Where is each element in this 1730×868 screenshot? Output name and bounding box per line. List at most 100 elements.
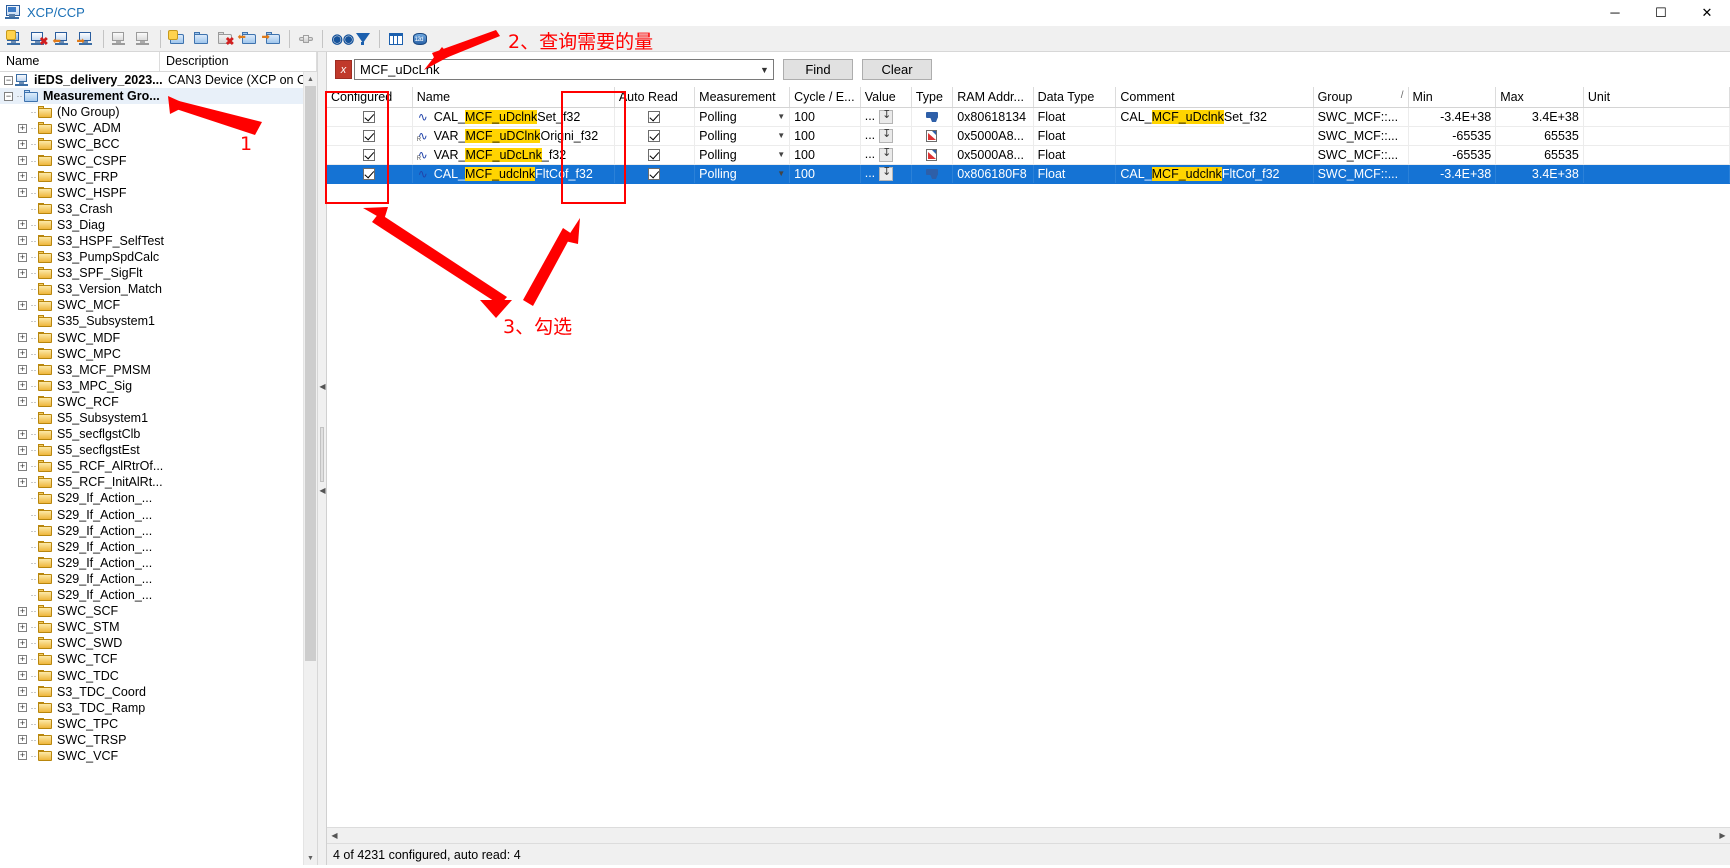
expand-icon[interactable]: + — [18, 751, 27, 761]
read-value-button[interactable] — [879, 108, 894, 124]
expand-icon[interactable]: + — [18, 445, 27, 455]
expand-icon[interactable]: + — [18, 349, 27, 359]
close-button[interactable]: ✕ — [1684, 0, 1730, 25]
checkbox-checked-icon[interactable] — [363, 130, 376, 143]
find-icon[interactable]: ◉◉ — [327, 28, 355, 50]
tree-item-s29-if-action-[interactable]: +··S29_If_Action_... — [0, 507, 304, 523]
tree-item-s29-if-action-[interactable]: +··S29_If_Action_... — [0, 587, 304, 603]
tree-item-s29-if-action-[interactable]: +··S29_If_Action_... — [0, 571, 304, 587]
tree-item-swc-swd[interactable]: + ·· SWC_SWD — [0, 635, 304, 651]
column-header-data-type[interactable]: Data Type — [1033, 87, 1117, 108]
delete-group-icon[interactable]: ✖ — [213, 28, 237, 50]
tree-item-swc-frp[interactable]: + ·· SWC_FRP — [0, 169, 304, 185]
export-group-icon[interactable]: ➡ — [261, 28, 285, 50]
checkbox-checked-icon[interactable] — [363, 149, 376, 162]
tree-item-s5-secflgstclb[interactable]: + ·· S5_secflgstClb — [0, 426, 304, 442]
tree-item-swc-cspf[interactable]: + ·· SWC_CSPF — [0, 152, 304, 168]
value-cell[interactable]: ... — [860, 145, 912, 165]
tree-item-swc-tdc[interactable]: + ·· SWC_TDC — [0, 667, 304, 683]
cycle-value-cell[interactable]: 100 — [789, 107, 861, 127]
expand-icon[interactable]: + — [18, 671, 27, 681]
tree-item-s5-secflgstest[interactable]: + ·· S5_secflgstEst — [0, 442, 304, 458]
read-value-button[interactable] — [879, 127, 894, 143]
expand-icon[interactable]: + — [18, 654, 27, 664]
auto-read-checkbox[interactable] — [614, 107, 696, 127]
tree-item-s3-hspf-selftest[interactable]: + ·· S3_HSPF_SelfTest — [0, 233, 304, 249]
cycle-value-cell[interactable]: 100 — [789, 164, 861, 184]
read-value-button[interactable] — [879, 165, 894, 181]
splitter-collapse-left-icon[interactable]: ◀ — [319, 382, 326, 391]
expand-icon[interactable]: + — [18, 381, 27, 391]
measurement-mode-dropdown[interactable]: Polling ▼ — [694, 164, 791, 184]
expand-icon[interactable]: + — [18, 703, 27, 713]
tree-item-s3-version-match[interactable]: +··S3_Version_Match — [0, 281, 304, 297]
table-row[interactable]: ∿CAL_MCF_uDclnkSet_f32Polling▼100...0x80… — [327, 107, 1730, 127]
find-button[interactable]: Find — [783, 59, 853, 80]
column-header-value[interactable]: Value — [860, 87, 912, 108]
tree-item-s35-subsystem1[interactable]: +··S35_Subsystem1 — [0, 313, 304, 329]
checkbox-checked-icon[interactable] — [648, 168, 661, 181]
expand-icon[interactable]: + — [18, 735, 27, 745]
value-cell[interactable]: ... — [860, 126, 912, 146]
import-group-icon[interactable]: ⬅ — [237, 28, 261, 50]
tree-item-s3-diag[interactable]: + ·· S3_Diag — [0, 217, 304, 233]
disconnect-device-icon[interactable] — [132, 28, 156, 50]
tree-item-swc-stm[interactable]: + ·· SWC_STM — [0, 619, 304, 635]
export-device-icon[interactable]: ➡ — [75, 28, 99, 50]
tree-item-s29-if-action-[interactable]: +··S29_If_Action_... — [0, 523, 304, 539]
value-cell[interactable]: ... — [860, 107, 912, 127]
configured-checkbox[interactable] — [327, 164, 413, 184]
expand-icon[interactable]: + — [18, 172, 27, 182]
column-header-configured[interactable]: Configured — [327, 87, 413, 108]
pane-splitter[interactable]: ◀ ◀ — [318, 52, 327, 865]
expand-icon[interactable]: + — [18, 397, 27, 407]
table-row[interactable]: ∿ R VAR_MCF_uDClnkOrigni_f32 Polling ▼ 100...… — [327, 126, 1730, 146]
tree-item-s29-if-action-[interactable]: +··S29_If_Action_... — [0, 490, 304, 506]
column-header-min[interactable]: Min — [1408, 87, 1497, 108]
scrollbar-thumb[interactable] — [305, 86, 316, 661]
expand-icon[interactable]: + — [18, 638, 27, 648]
search-input[interactable] — [355, 61, 756, 78]
expand-icon[interactable]: + — [18, 123, 27, 133]
expand-icon[interactable]: + — [18, 220, 27, 230]
configured-checkbox[interactable] — [327, 145, 413, 165]
tree-item-swc-rcf[interactable]: + ·· SWC_RCF — [0, 394, 304, 410]
expand-icon[interactable]: + — [18, 365, 27, 375]
expand-icon[interactable]: + — [18, 139, 27, 149]
new-device-icon[interactable] — [3, 28, 27, 50]
scroll-up-icon[interactable]: ▲ — [304, 72, 317, 86]
expand-icon[interactable]: + — [18, 236, 27, 246]
maximize-button[interactable]: ☐ — [1638, 0, 1684, 25]
column-header-group[interactable]: Group / — [1313, 87, 1409, 108]
tree-item-measurement-gro-[interactable]: − ·· Measurement Gro... — [0, 88, 304, 105]
root-expander-icon[interactable]: − — [4, 75, 13, 85]
columns-icon[interactable] — [384, 28, 408, 50]
clear-button[interactable]: Clear — [862, 59, 932, 80]
measurement-mode-dropdown[interactable]: Polling ▼ — [694, 145, 791, 165]
tree-item-swc-adm[interactable]: + ·· SWC_ADM — [0, 120, 304, 136]
cycle-value-cell[interactable]: 100 — [789, 126, 861, 146]
scroll-left-icon[interactable]: ◀ — [327, 828, 342, 843]
tree-item-swc-trsp[interactable]: + ·· SWC_TRSP — [0, 732, 304, 748]
tree-item-swc-mdf[interactable]: + ·· SWC_MDF — [0, 330, 304, 346]
checkbox-checked-icon[interactable] — [363, 168, 376, 181]
auto-read-checkbox[interactable] — [614, 164, 696, 184]
tree-item-swc-tcf[interactable]: + ·· SWC_TCF — [0, 651, 304, 667]
link-icon[interactable] — [294, 28, 318, 50]
table-row[interactable]: ∿CAL_MCF_udclnkFltCof_f32Polling▼100...0… — [327, 164, 1730, 184]
import-device-icon[interactable]: ⬅ — [51, 28, 75, 50]
collapse-icon[interactable]: − — [4, 91, 13, 101]
table-row[interactable]: ∿R VAR_MCF_uDcLnk_f32 Polling ▼ 100... 0x5000… — [327, 145, 1730, 165]
chevron-down-icon[interactable]: ▼ — [777, 169, 785, 178]
column-header-max[interactable]: Max — [1495, 87, 1584, 108]
chevron-down-icon[interactable]: ▼ — [756, 60, 773, 79]
tree-item-s3-tdc-ramp[interactable]: + ·· S3_TDC_Ramp — [0, 700, 304, 716]
tree-item-s3-spf-sigflt[interactable]: + ·· S3_SPF_SigFlt — [0, 265, 304, 281]
column-header-name[interactable]: Name — [412, 87, 615, 108]
configured-checkbox[interactable] — [327, 126, 413, 146]
tree-item-s3-pumpspdcalc[interactable]: + ·· S3_PumpSpdCalc — [0, 249, 304, 265]
configured-checkbox[interactable] — [327, 107, 413, 127]
tree-item-s3-mcf-pmsm[interactable]: + ·· S3_MCF_PMSM — [0, 362, 304, 378]
expand-icon[interactable]: + — [18, 333, 27, 343]
expand-icon[interactable]: + — [18, 300, 27, 310]
